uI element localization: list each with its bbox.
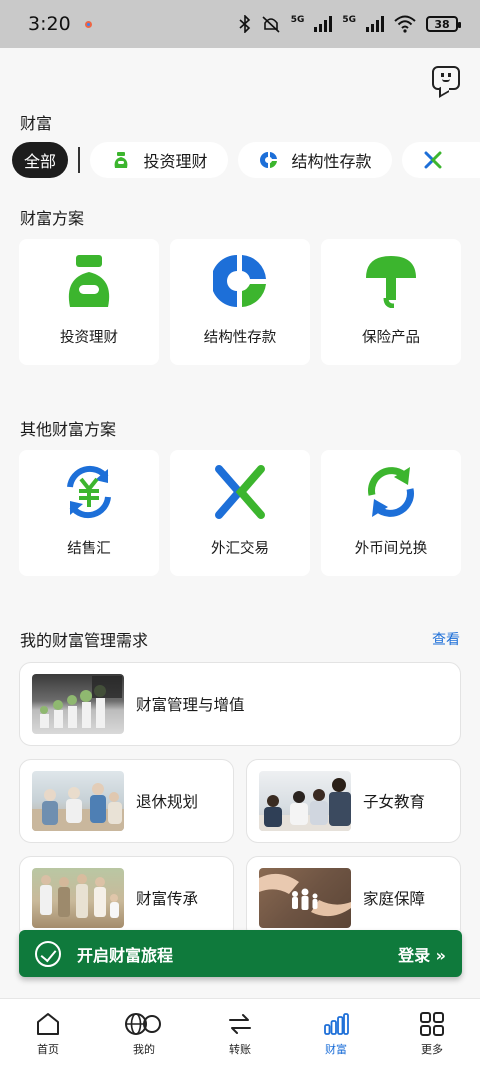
solutions-title: 财富方案	[20, 209, 85, 228]
tab-label: 财富	[325, 1043, 347, 1056]
check-circle-icon	[35, 940, 61, 967]
need-card-retirement[interactable]: 退休规划	[19, 759, 234, 843]
need-label: 子女教育	[363, 793, 426, 811]
card-currency-exchange[interactable]: 外币间兑换	[321, 450, 461, 576]
chip-label: 结构性存款	[291, 152, 372, 171]
card-label: 外币间兑换	[354, 541, 428, 557]
notification-dot-icon	[84, 20, 92, 28]
retirement-image	[32, 771, 124, 831]
need-label: 家庭保障	[363, 890, 426, 908]
other-solutions-title: 其他财富方案	[20, 420, 117, 439]
tab-more[interactable]: 更多	[384, 999, 480, 1066]
status-time: 3:20	[28, 13, 71, 35]
tab-label: 我的	[133, 1043, 155, 1056]
card-label: 外汇交易	[211, 541, 269, 557]
card-label: 结构性存款	[203, 330, 277, 346]
journey-banner[interactable]: 开启财富旅程 登录 »	[19, 930, 462, 977]
card-fx-settlement[interactable]: 结售汇	[19, 450, 159, 576]
inheritance-image	[32, 868, 124, 928]
tab-transfer[interactable]: 转账	[192, 999, 288, 1066]
grid-icon	[420, 1012, 444, 1036]
tab-mine[interactable]: 我的	[96, 999, 192, 1066]
pie-chart-icon	[259, 152, 277, 168]
solutions-grid: 投资理财 结构性存款 保险产品	[19, 239, 461, 365]
other-solutions-grid: 结售汇 外汇交易 外币间兑换	[19, 450, 461, 576]
chip-divider	[78, 147, 80, 173]
wealth-growth-image	[32, 674, 124, 734]
bluetooth-icon	[239, 15, 250, 33]
need-card-education[interactable]: 子女教育	[246, 759, 461, 843]
chat-icon[interactable]	[432, 66, 460, 90]
chip-forex[interactable]	[401, 142, 480, 178]
category-chips: 全部 投资理财 结构性存款	[12, 142, 480, 178]
mute-icon	[262, 16, 280, 33]
chip-all[interactable]: 全部	[12, 142, 69, 178]
tab-label: 首页	[37, 1043, 59, 1056]
wifi-icon	[394, 15, 416, 33]
bar-chart-icon	[324, 1013, 349, 1035]
home-icon	[37, 1013, 59, 1035]
need-label: 退休规划	[136, 793, 199, 811]
card-forex-trading[interactable]: 外汇交易	[170, 450, 310, 576]
tab-home[interactable]: 首页	[0, 999, 96, 1066]
need-card-family-protection[interactable]: 家庭保障	[246, 856, 461, 940]
education-image	[259, 771, 351, 831]
status-icons: 5G 5G 38	[239, 15, 461, 33]
login-button[interactable]: 登录 »	[398, 942, 446, 966]
card-label: 保险产品	[362, 330, 420, 346]
banner-text: 开启财富旅程	[77, 945, 174, 965]
globe-icon	[125, 1013, 161, 1035]
money-bag-icon	[68, 255, 110, 307]
yuan-exchange-icon	[67, 465, 111, 519]
need-label: 财富传承	[136, 890, 199, 908]
card-insurance[interactable]: 保险产品	[321, 239, 461, 365]
signal-icon-2	[366, 16, 384, 32]
chip-structured-deposit[interactable]: 结构性存款	[237, 142, 392, 178]
exchange-x-icon	[424, 151, 442, 169]
status-bar: 3:20 5G 5G 38	[0, 0, 480, 48]
tab-label: 更多	[421, 1043, 443, 1056]
card-structured-deposit[interactable]: 结构性存款	[170, 239, 310, 365]
card-investment[interactable]: 投资理财	[19, 239, 159, 365]
bottom-tab-bar: 首页 我的 转账 财富 更多	[0, 998, 480, 1066]
transfer-icon	[229, 1014, 251, 1034]
need-card-wealth-growth[interactable]: 财富管理与增值	[19, 662, 461, 746]
main-content: 财富 全部 投资理财 结构性存款 财富方案 投资理财 结构性存款 保险产品 其他…	[0, 48, 480, 998]
need-label: 财富管理与增值	[136, 696, 245, 714]
tab-wealth[interactable]: 财富	[288, 999, 384, 1066]
umbrella-icon	[366, 256, 416, 308]
page-title: 财富	[20, 114, 53, 133]
needs-title: 我的财富管理需求	[20, 631, 149, 650]
battery-icon: 38	[426, 16, 461, 32]
money-bag-icon	[114, 152, 127, 168]
tab-label: 转账	[229, 1043, 251, 1056]
network-label-2: 5G	[342, 15, 356, 25]
pie-chart-icon	[213, 255, 266, 307]
chip-investment[interactable]: 投资理财	[89, 142, 228, 178]
card-label: 投资理财	[60, 330, 118, 346]
need-card-inheritance[interactable]: 财富传承	[19, 856, 234, 940]
refresh-exchange-icon	[368, 467, 414, 517]
network-label-1: 5G	[290, 15, 305, 25]
family-protection-image	[259, 868, 351, 928]
see-all-link[interactable]: 查看	[432, 629, 460, 649]
card-label: 结售汇	[67, 541, 111, 557]
exchange-x-icon	[215, 465, 265, 519]
signal-icon	[314, 16, 333, 32]
chip-label: 投资理财	[143, 152, 208, 171]
